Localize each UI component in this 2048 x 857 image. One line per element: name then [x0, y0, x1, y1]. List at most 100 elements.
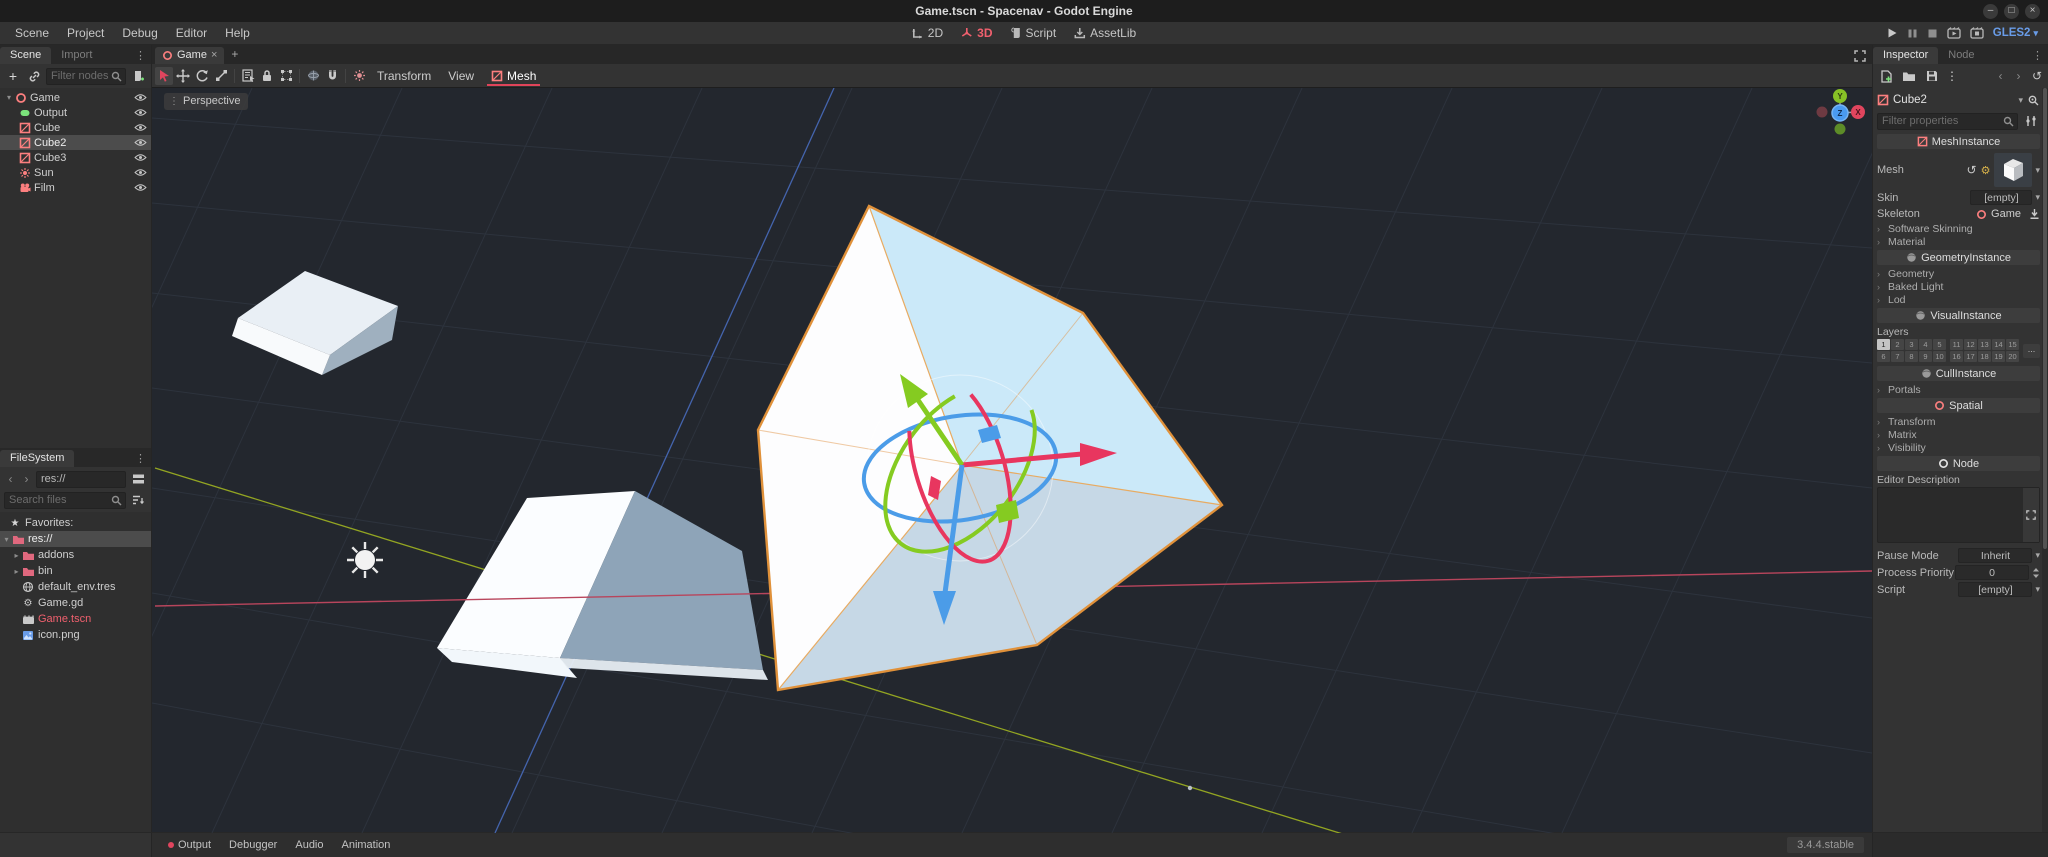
sort-files-button[interactable]: [129, 491, 147, 509]
collapse-icon[interactable]: ▾: [4, 93, 14, 102]
layer-cell[interactable]: 18: [1978, 351, 1991, 362]
tab-filesystem[interactable]: FileSystem: [0, 450, 75, 467]
scene-tab-game[interactable]: Game ×: [155, 47, 225, 64]
layer-cell[interactable]: 3: [1905, 339, 1918, 350]
group-portals[interactable]: › Portals: [1877, 383, 2040, 396]
group-software-skinning[interactable]: › Software Skinning: [1877, 222, 2040, 235]
play-button[interactable]: [1886, 27, 1898, 39]
open-docs-icon[interactable]: [2027, 94, 2040, 107]
close-button[interactable]: ×: [2025, 3, 2040, 19]
inspector-dock-menu-icon[interactable]: ⋮: [2027, 49, 2048, 64]
layer-cell[interactable]: 5: [1933, 339, 1946, 350]
tree-row[interactable]: Sun: [0, 165, 151, 180]
preview-sun-button[interactable]: [350, 67, 368, 85]
layer-cell[interactable]: 16: [1950, 351, 1963, 362]
lock-button[interactable]: [258, 67, 276, 85]
skeleton-value[interactable]: Game: [1991, 208, 2021, 220]
nav-back-button[interactable]: ‹: [4, 470, 17, 488]
layer-cell[interactable]: 15: [2006, 339, 2019, 350]
layer-cell[interactable]: 14: [1992, 339, 2005, 350]
play-custom-scene-button[interactable]: [1970, 27, 1984, 39]
visibility-eye-icon[interactable]: [134, 138, 147, 147]
history-icon[interactable]: ↺: [2030, 67, 2044, 85]
tree-row-selected[interactable]: Cube2: [0, 135, 151, 150]
history-back-button[interactable]: ‹: [1994, 67, 2007, 85]
menu-editor[interactable]: Editor: [167, 23, 216, 43]
maximize-button[interactable]: □: [2004, 3, 2019, 19]
add-node-button[interactable]: +: [4, 67, 22, 85]
load-resource-button[interactable]: [1900, 67, 1918, 85]
process-priority-spinbox[interactable]: 0: [1955, 565, 2029, 580]
spinner-updown-icon[interactable]: [2032, 567, 2040, 579]
section-header-meshinstance[interactable]: MeshInstance: [1877, 134, 2040, 149]
mesh-resource-thumbnail[interactable]: [1994, 153, 2033, 187]
close-tab-icon[interactable]: ×: [211, 49, 217, 61]
transform-menu[interactable]: Transform: [369, 67, 439, 85]
layer-cell[interactable]: 11: [1950, 339, 1963, 350]
output-panel-button[interactable]: Output: [160, 837, 219, 853]
group-transform[interactable]: › Transform: [1877, 415, 2040, 428]
fs-row-folder[interactable]: ▸ addons: [0, 547, 151, 563]
expand-description-button[interactable]: [2023, 488, 2039, 542]
pause-button[interactable]: [1907, 28, 1918, 39]
visibility-eye-icon[interactable]: [134, 168, 147, 177]
tab-scene[interactable]: Scene: [0, 47, 52, 64]
move-tool-button[interactable]: [174, 67, 192, 85]
animation-panel-button[interactable]: Animation: [334, 837, 399, 853]
local-space-button[interactable]: [304, 67, 322, 85]
skeleton-assign-icon[interactable]: [2029, 208, 2040, 220]
distraction-free-button[interactable]: [1848, 50, 1872, 64]
scene-dock-menu-icon[interactable]: ⋮: [130, 49, 151, 64]
cube-medium[interactable]: [437, 491, 768, 680]
pause-mode-caret-icon[interactable]: ▾: [2035, 550, 2040, 561]
editor-description-textarea[interactable]: [1878, 488, 2039, 542]
history-forward-button[interactable]: ›: [2012, 67, 2025, 85]
sun-light-gizmo[interactable]: [347, 542, 383, 578]
tree-row[interactable]: Cube: [0, 120, 151, 135]
inspector-scrollbar[interactable]: [2042, 88, 2048, 832]
mesh-dropdown-icon[interactable]: ▾: [2035, 165, 2040, 176]
expand-icon[interactable]: ▸: [12, 551, 21, 560]
axis-ball-neg-y[interactable]: [1834, 123, 1846, 135]
script-dropdown[interactable]: [empty]: [1958, 582, 2033, 597]
menu-project[interactable]: Project: [58, 23, 113, 43]
expand-icon[interactable]: ▸: [12, 567, 21, 576]
stop-button[interactable]: [1927, 28, 1938, 39]
tab-node[interactable]: Node: [1938, 47, 1984, 64]
group-geometry[interactable]: › Geometry: [1877, 267, 2040, 280]
collapse-icon[interactable]: ▾: [2, 535, 11, 544]
layer-cell[interactable]: 9: [1919, 351, 1932, 362]
menu-debug[interactable]: Debug: [113, 23, 166, 43]
object-dropdown-icon[interactable]: ▾: [2018, 95, 2023, 106]
menu-scene[interactable]: Scene: [6, 23, 58, 43]
visibility-eye-icon[interactable]: [134, 123, 147, 132]
attach-script-button[interactable]: [129, 67, 147, 85]
workspace-3d-button[interactable]: 3D: [954, 24, 999, 42]
resource-extra-menu-icon[interactable]: ⋮: [1946, 67, 1958, 85]
audio-panel-button[interactable]: Audio: [287, 837, 331, 853]
layer-cell[interactable]: 2: [1891, 339, 1904, 350]
tab-inspector[interactable]: Inspector: [1873, 47, 1939, 64]
cube-selected[interactable]: [756, 204, 1224, 692]
layer-cell[interactable]: 19: [1992, 351, 2005, 362]
tree-row[interactable]: Cube3: [0, 150, 151, 165]
inspector-options-button[interactable]: [2022, 112, 2040, 130]
section-header-visualinstance[interactable]: VisualInstance: [1877, 308, 2040, 323]
axis-ball-neg-x[interactable]: [1816, 106, 1828, 118]
fs-row-folder[interactable]: ▸ bin: [0, 563, 151, 579]
layer-cell[interactable]: 20: [2006, 351, 2019, 362]
section-header-spatial[interactable]: Spatial: [1877, 398, 2040, 413]
rotate-tool-button[interactable]: [193, 67, 211, 85]
tab-import[interactable]: Import: [51, 47, 102, 64]
layer-cell[interactable]: 6: [1877, 351, 1890, 362]
save-resource-button[interactable]: [1923, 67, 1941, 85]
perspective-button[interactable]: ⋮ Perspective: [164, 93, 249, 110]
workspace-assetlib-button[interactable]: AssetLib: [1067, 24, 1143, 42]
nav-forward-button[interactable]: ›: [20, 470, 33, 488]
path-field[interactable]: [36, 470, 126, 488]
scale-tool-button[interactable]: [212, 67, 230, 85]
search-files-input[interactable]: [4, 491, 126, 509]
layer-cell[interactable]: 13: [1978, 339, 1991, 350]
revert-icon[interactable]: ↺: [1967, 163, 1977, 177]
minimize-button[interactable]: –: [1983, 3, 1998, 19]
